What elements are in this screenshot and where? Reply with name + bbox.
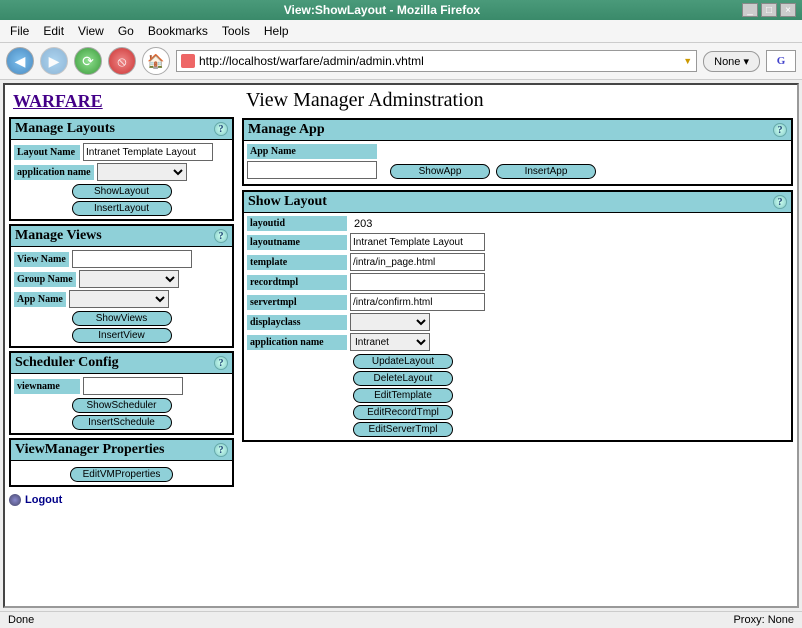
forward-button[interactable]: ▶ [40,47,68,75]
view-name-input[interactable] [72,250,192,268]
site-link[interactable]: WARFARE [9,89,234,114]
edit-record-tmpl-button[interactable]: EditRecordTmpl [353,405,453,420]
help-icon[interactable]: ? [773,195,787,209]
show-layout-button[interactable]: ShowLayout [72,184,172,199]
page-content: WARFARE Manage Layouts? Layout Name appl… [3,83,799,608]
menu-help[interactable]: Help [258,22,295,40]
edit-server-tmpl-button[interactable]: EditServerTmpl [353,422,453,437]
application-name-select[interactable] [97,163,187,181]
url-input[interactable] [199,54,679,68]
page-title: View Manager Adminstration [242,87,793,114]
panel-show-layout: Show Layout? layoutid203 layoutname temp… [242,190,793,442]
menubar: File Edit View Go Bookmarks Tools Help [0,20,802,43]
edit-vm-properties-button[interactable]: EditVMProperties [70,467,174,482]
reload-button[interactable]: ⟳ [74,47,102,75]
proxy-none-button[interactable]: None ▾ [703,51,760,72]
logout-link[interactable]: Logout [9,494,234,506]
application-name-select[interactable]: Intranet [350,333,430,351]
layoutname-input[interactable] [350,233,485,251]
show-app-button[interactable]: ShowApp [390,164,490,179]
panel-title: Scheduler Config [15,355,119,371]
stop-button[interactable]: ⦸ [108,47,136,75]
status-right: Proxy: None [733,614,794,626]
menu-view[interactable]: View [72,22,110,40]
help-icon[interactable]: ? [773,123,787,137]
titlebar: View:ShowLayout - Mozilla Firefox _ □ × [0,0,802,20]
insert-schedule-button[interactable]: InsertSchedule [72,415,172,430]
group-name-select[interactable] [79,270,179,288]
layoutid-value: 203 [350,218,372,230]
panel-title: Show Layout [248,194,327,210]
app-name-input[interactable] [247,161,377,179]
help-icon[interactable]: ? [214,443,228,457]
template-input[interactable] [350,253,485,271]
help-icon[interactable]: ? [214,356,228,370]
close-button[interactable]: × [780,3,796,17]
menu-edit[interactable]: Edit [37,22,70,40]
show-scheduler-button[interactable]: ShowScheduler [72,398,172,413]
logout-icon [9,494,21,506]
home-button[interactable]: 🏠 [142,47,170,75]
panel-title: Manage App [248,122,325,138]
viewname-input[interactable] [83,377,183,395]
panel-scheduler-config: Scheduler Config? viewname ShowScheduler… [9,351,234,435]
menu-go[interactable]: Go [112,22,140,40]
servertmpl-input[interactable] [350,293,485,311]
help-icon[interactable]: ? [214,122,228,136]
status-left: Done [8,614,34,626]
help-icon[interactable]: ? [214,229,228,243]
minimize-button[interactable]: _ [742,3,758,17]
panel-manage-app: Manage App? App Name ShowApp InsertApp [242,118,793,186]
panel-manage-views: Manage Views? View Name Group Name App N… [9,224,234,348]
displayclass-select[interactable] [350,313,430,331]
toolbar: ◀ ▶ ⟳ ⦸ 🏠 ▼ None ▾ G [0,43,802,80]
panel-vm-properties: ViewManager Properties? EditVMProperties [9,438,234,487]
app-name-select[interactable] [69,290,169,308]
insert-layout-button[interactable]: InsertLayout [72,201,172,216]
maximize-button[interactable]: □ [761,3,777,17]
back-button[interactable]: ◀ [6,47,34,75]
panel-title: Manage Views [15,228,102,244]
show-views-button[interactable]: ShowViews [72,311,172,326]
edit-template-button[interactable]: EditTemplate [353,388,453,403]
statusbar: Done Proxy: None [0,611,802,628]
menu-bookmarks[interactable]: Bookmarks [142,22,214,40]
insert-view-button[interactable]: InsertView [72,328,172,343]
url-dropdown-icon[interactable]: ▼ [683,56,692,66]
panel-manage-layouts: Manage Layouts? Layout Name application … [9,117,234,221]
url-bar[interactable]: ▼ [176,50,697,72]
window-title: View:ShowLayout - Mozilla Firefox [22,3,742,17]
insert-app-button[interactable]: InsertApp [496,164,596,179]
menu-file[interactable]: File [4,22,35,40]
delete-layout-button[interactable]: DeleteLayout [353,371,453,386]
layout-name-input[interactable] [83,143,213,161]
search-input[interactable]: G [766,50,796,72]
panel-title: ViewManager Properties [15,442,164,458]
update-layout-button[interactable]: UpdateLayout [353,354,453,369]
menu-tools[interactable]: Tools [216,22,256,40]
recordtmpl-input[interactable] [350,273,485,291]
panel-title: Manage Layouts [15,121,115,137]
favicon-icon [181,54,195,68]
